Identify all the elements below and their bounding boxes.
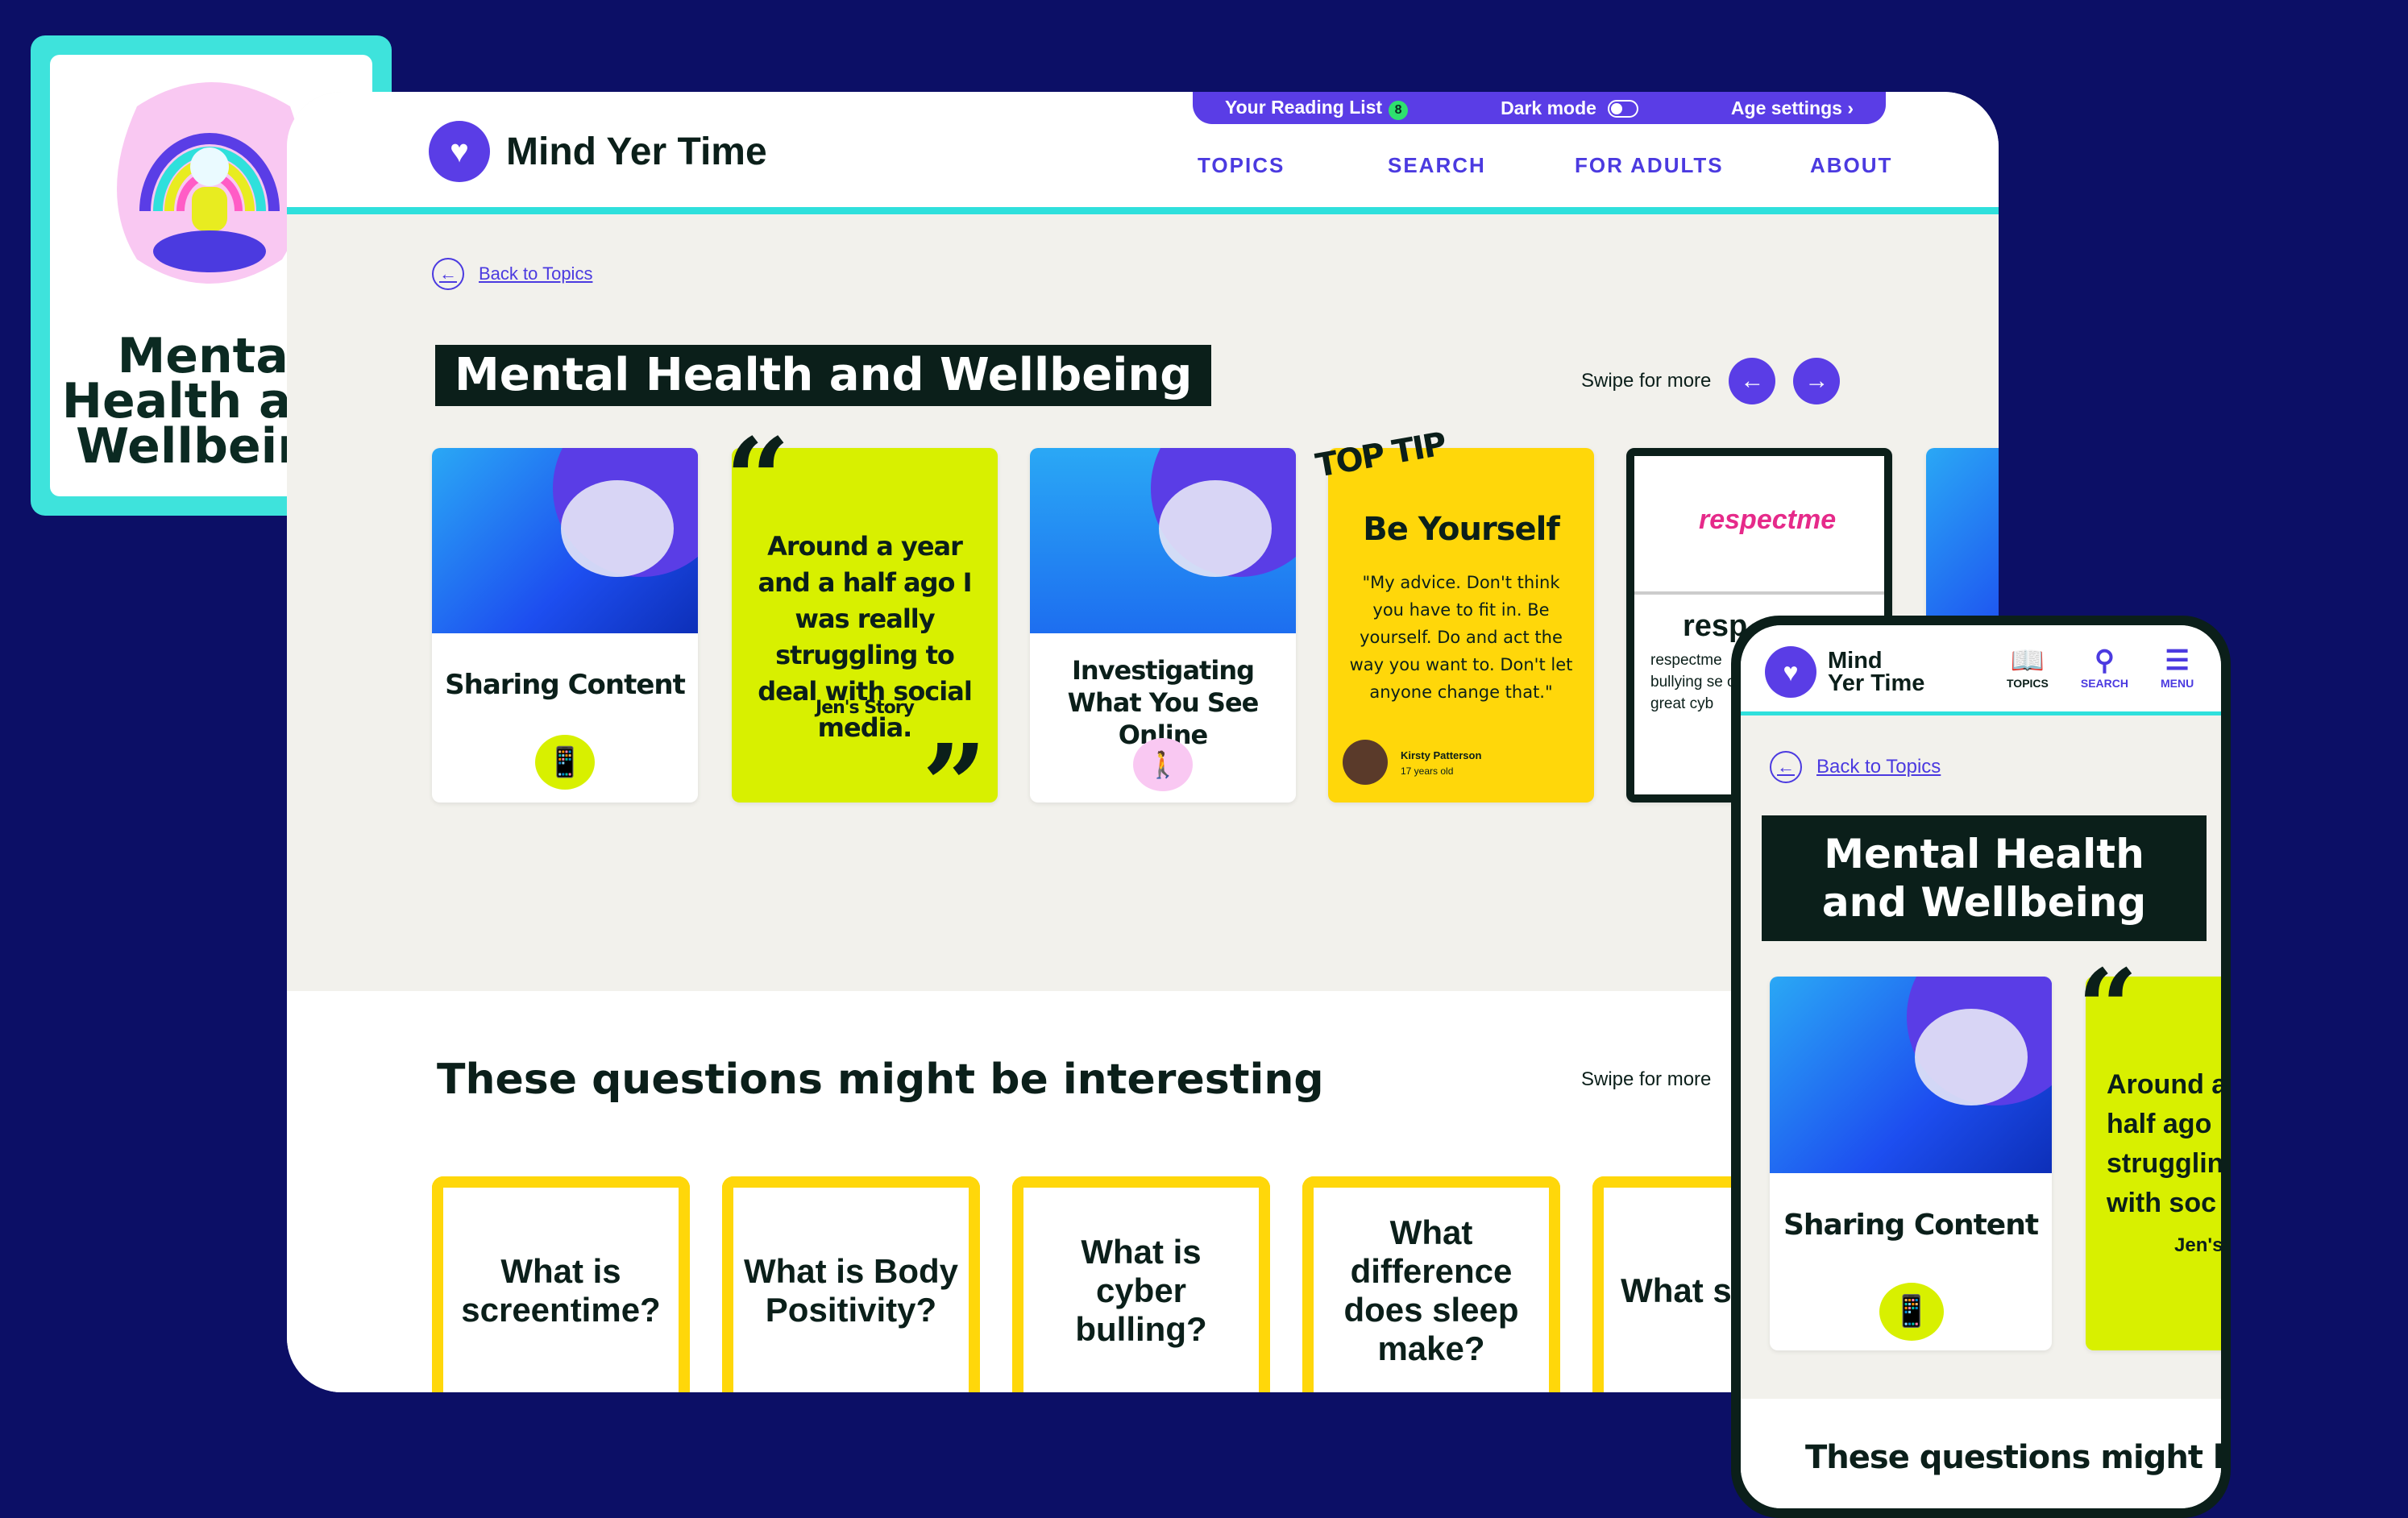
tip-author: Kirsty Patterson [1401, 749, 1482, 761]
card-top-tip[interactable]: TOP TIP Be Yourself "My advice. Don't th… [1313, 425, 1594, 803]
mobile-questions-title: These questions might be [1805, 1439, 2221, 1476]
arrow-left-icon: ← [432, 258, 464, 290]
question-card[interactable]: What is cyber bulling? [1012, 1176, 1270, 1392]
open-quote-icon: “ [725, 414, 791, 546]
mobile-card-quote[interactable]: “ Around a half ago I strugglin with soc… [2078, 956, 2221, 1350]
tip-age: 17 years old [1401, 765, 1454, 777]
prev-button[interactable]: ← [1729, 358, 1776, 404]
quote-source: Jen's [2174, 1234, 2221, 1256]
mobile-card-sharing[interactable]: Sharing Content 📱 [1770, 977, 2052, 1350]
question-card[interactable]: What is Body Positivity? [722, 1176, 980, 1392]
back-to-topics-link[interactable]: ← Back to Topics [432, 258, 592, 290]
next-button[interactable]: → [1793, 358, 1841, 404]
abstract-blob-image [1926, 448, 1999, 633]
utility-bar: Your Reading List 8 Dark mode Age setting… [1193, 92, 1886, 124]
arrow-right-icon: → [1804, 367, 1829, 394]
card-title: Investigating What You See Online [1067, 655, 1260, 750]
heart-logo-icon: ♥ [429, 121, 490, 182]
close-quote-icon: ” [922, 720, 987, 852]
book-icon: 📖 [2010, 645, 2045, 676]
mobile-tab-menu[interactable]: ☰ MENU [2161, 645, 2194, 690]
card-title: Sharing Content [1783, 1209, 2039, 1242]
mobile-logo[interactable]: ♥ Mind Yer Time [1765, 646, 1924, 698]
nav-for-adults[interactable]: FOR ADULTS [1575, 153, 1810, 178]
mobile-tab-topics[interactable]: 📖 TOPICS [2007, 645, 2049, 690]
card-title: Sharing Content [445, 669, 686, 701]
quote-source: Jen's Story [816, 698, 915, 718]
card-quote-jen[interactable]: “ Around a year and a half ago I was rea… [725, 424, 998, 843]
age-settings-link[interactable]: Age settings › [1731, 97, 1854, 119]
reading-count-badge: 8 [1389, 100, 1409, 120]
questions-title: These questions might be interesting [437, 1056, 1324, 1104]
dark-mode-toggle[interactable]: Dark mode [1501, 97, 1638, 119]
mobile-questions-section: These questions might be [1741, 1399, 2221, 1508]
mobile-logo-text: Mind Yer Time [1828, 649, 1924, 695]
mobile-back-link[interactable]: ← Back to Topics [1770, 751, 1941, 783]
top-tip-tag: TOP TIP [1313, 425, 1448, 485]
nav-about[interactable]: ABOUT [1810, 153, 1891, 178]
abstract-blob-image [1770, 977, 2052, 1173]
nav-search[interactable]: SEARCH [1388, 153, 1575, 178]
site-header: Your Reading List 8 Dark mode Age setting… [287, 92, 1999, 214]
mobile-tabs: 📖 TOPICS ⚲ SEARCH ☰ MENU [2007, 645, 2194, 690]
divider [1634, 591, 1884, 595]
arrow-left-icon: ← [1740, 367, 1765, 394]
phone-icon: 📱 [535, 735, 595, 790]
main-nav: TOPICS SEARCH FOR ADULTS ABOUT [1198, 153, 1891, 178]
abstract-blob-image [1030, 448, 1296, 633]
mobile-page-title: Mental Health and Wellbeing [1762, 815, 2207, 941]
swipe-label: Swipe for more [1581, 370, 1712, 392]
abstract-blob-image [432, 448, 698, 633]
site-logo[interactable]: ♥ Mind Yer Time [429, 121, 767, 182]
open-quote-icon: “ [2078, 946, 2138, 1069]
heart-logo-icon: ♥ [1765, 646, 1816, 698]
question-card[interactable]: What is screentime? [432, 1176, 690, 1392]
search-icon: ⚲ [2094, 645, 2115, 676]
page-title: Mental Health and Wellbeing [435, 345, 1212, 406]
mobile-device: ♥ Mind Yer Time 📖 TOPICS ⚲ SEARCH ☰ MENU ← … [1731, 616, 2231, 1518]
mobile-header: ♥ Mind Yer Time 📖 TOPICS ⚲ SEARCH ☰ MENU [1741, 625, 2221, 715]
nav-topics[interactable]: TOPICS [1198, 153, 1388, 178]
logo-line2: Yer Time [1828, 670, 1925, 696]
question-card[interactable]: What difference does sleep make? [1302, 1176, 1560, 1392]
logo-name: Mind Yer Time [506, 130, 767, 173]
tip-title: Be Yourself [1363, 511, 1560, 548]
arrow-left-icon: ← [1770, 751, 1802, 783]
toggle-switch[interactable] [1607, 100, 1638, 118]
meditating-girl-illustration [117, 82, 305, 284]
author-avatar [1343, 740, 1388, 785]
reading-list-link[interactable]: Your Reading List 8 [1225, 97, 1409, 120]
quote-text: Around a half ago I strugglin with soc [2107, 1069, 2221, 1218]
chevron-right-icon: › [1847, 97, 1854, 118]
menu-icon: ☰ [2165, 645, 2190, 676]
card-investigating[interactable]: Investigating What You See Online 🚶 [1030, 448, 1296, 803]
respectme-logo: respectme [1699, 504, 1837, 535]
logo-line1: Mind [1828, 648, 1883, 674]
phone-icon: 📱 [1879, 1283, 1944, 1341]
dog-walker-icon: 🚶 [1133, 738, 1193, 791]
tip-text: "My advice. Don't think you have to fit … [1349, 573, 1573, 702]
swipe-label: Swipe for more [1581, 1068, 1712, 1090]
carousel-controls: Swipe for more ← → [1581, 358, 1841, 404]
card-sharing-content[interactable]: Sharing Content 📱 [432, 448, 698, 803]
mobile-tab-search[interactable]: ⚲ SEARCH [2081, 645, 2128, 690]
